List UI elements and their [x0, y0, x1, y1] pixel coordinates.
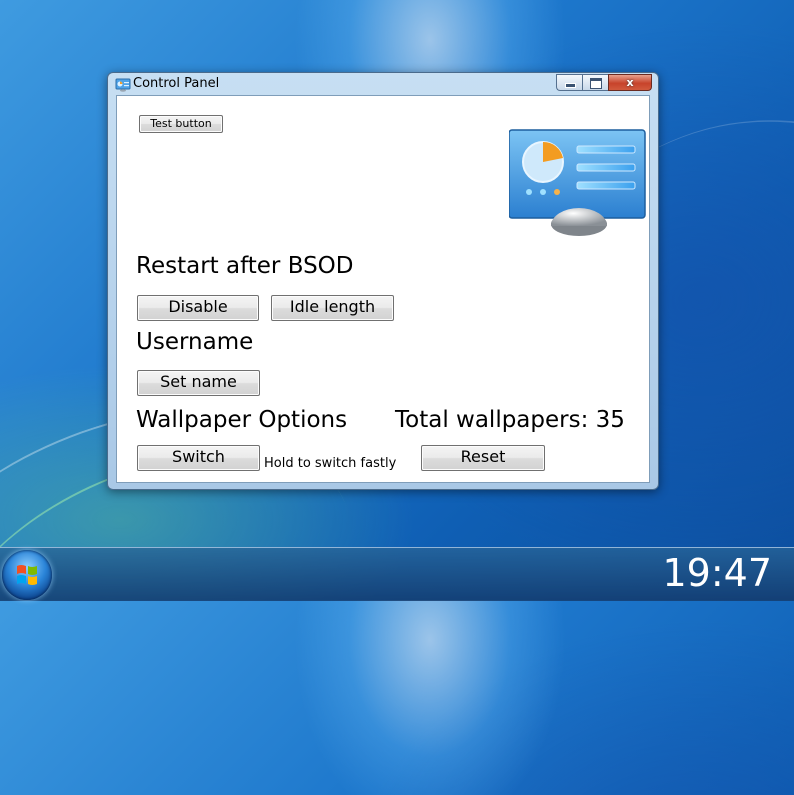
bsod-heading: Restart after BSOD	[136, 253, 354, 279]
idle-length-button[interactable]: Idle length	[271, 295, 394, 321]
close-button[interactable]: x	[608, 74, 652, 91]
window-content: Test button Restart after BSOD Disable I…	[116, 95, 650, 483]
title-bar[interactable]: Control Panel x	[108, 73, 658, 95]
test-button[interactable]: Test button	[139, 115, 223, 133]
window-title: Control Panel	[133, 76, 220, 91]
control-panel-icon	[115, 77, 131, 92]
start-button[interactable]	[2, 550, 52, 600]
control-panel-window: Control Panel x Test button Restart afte…	[107, 72, 659, 490]
disable-button[interactable]: Disable	[137, 295, 259, 321]
total-wallpapers-label: Total wallpapers: 35	[395, 407, 625, 433]
close-icon: x	[626, 76, 634, 89]
minimize-button[interactable]	[556, 74, 582, 91]
reset-button[interactable]: Reset	[421, 445, 545, 471]
minimize-icon	[565, 83, 576, 88]
window-controls: x	[556, 74, 652, 91]
wallpaper-heading: Wallpaper Options	[136, 407, 348, 433]
maximize-icon	[590, 78, 602, 89]
maximize-button[interactable]	[582, 74, 608, 91]
taskbar-clock[interactable]: 19:47	[662, 551, 772, 595]
windows-logo-icon	[17, 565, 37, 585]
username-heading: Username	[136, 329, 254, 355]
control-panel-illustration	[508, 128, 647, 238]
set-name-button[interactable]: Set name	[137, 370, 260, 396]
hold-to-switch-note: Hold to switch fastly	[264, 456, 397, 471]
switch-button[interactable]: Switch	[137, 445, 260, 471]
